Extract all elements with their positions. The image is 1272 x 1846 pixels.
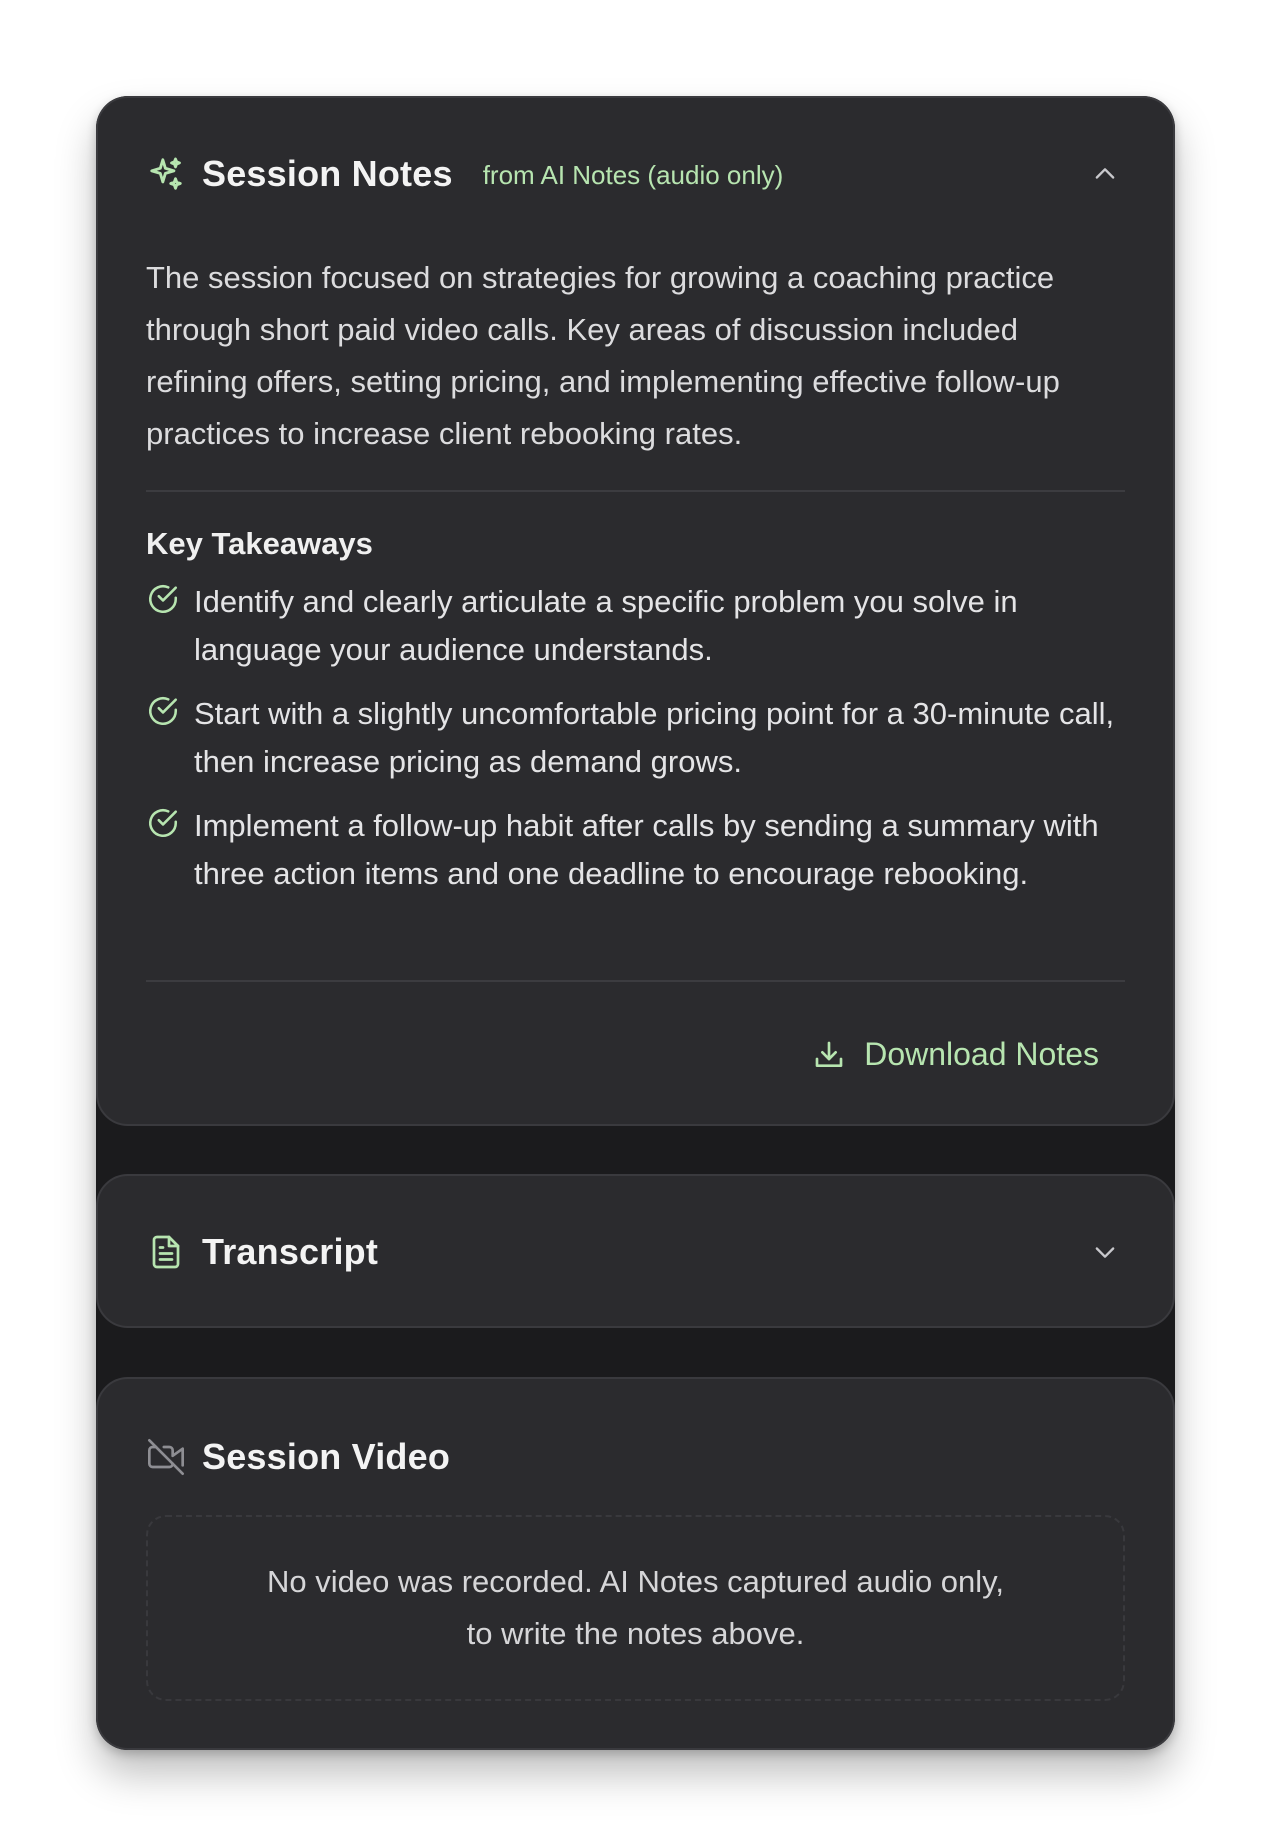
session-notes-title: Session Notes (202, 153, 453, 194)
sparkles-icon (146, 154, 186, 194)
takeaway-text: Identify and clearly articulate a specif… (194, 584, 1018, 667)
divider (146, 490, 1125, 492)
session-video-title: Session Video (202, 1436, 451, 1477)
session-notes-card: Session Notes from AI Notes (audio only)… (96, 96, 1175, 1126)
chevron-up-icon[interactable] (1085, 154, 1125, 194)
session-notes-header[interactable]: Session Notes from AI Notes (audio only) (146, 150, 1125, 198)
session-panel: Session Notes from AI Notes (audio only)… (96, 96, 1175, 1750)
session-notes-source: from AI Notes (audio only) (482, 159, 784, 190)
list-item: Identify and clearly articulate a specif… (146, 578, 1125, 674)
no-video-message: No video was recorded. AI Notes captured… (267, 1564, 1004, 1651)
takeaway-text: Start with a slightly uncomfortable pric… (194, 696, 1115, 779)
divider (146, 980, 1125, 982)
download-icon (812, 1038, 846, 1072)
session-video-header: Session Video (146, 1433, 1125, 1481)
video-off-icon (146, 1437, 186, 1477)
list-item: Implement a follow-up habit after calls … (146, 802, 1125, 898)
session-summary: The session focused on strategies for gr… (146, 260, 1060, 451)
check-circle-icon (146, 694, 180, 728)
key-takeaways-list: Identify and clearly articulate a specif… (146, 578, 1125, 914)
transcript-header[interactable]: Transcript (146, 1228, 1125, 1276)
transcript-card: Transcript (96, 1174, 1175, 1328)
check-circle-icon (146, 582, 180, 616)
download-notes-button[interactable]: Download Notes (812, 1036, 1099, 1073)
chevron-down-icon[interactable] (1085, 1232, 1125, 1272)
takeaway-text: Implement a follow-up habit after calls … (194, 808, 1099, 891)
check-circle-icon (146, 806, 180, 840)
key-takeaways-title: Key Takeaways (146, 526, 373, 561)
document-icon (146, 1232, 186, 1272)
transcript-title: Transcript (202, 1231, 379, 1272)
list-item: Start with a slightly uncomfortable pric… (146, 690, 1125, 786)
session-video-card: Session Video No video was recorded. AI … (96, 1377, 1175, 1750)
video-placeholder: No video was recorded. AI Notes captured… (146, 1515, 1125, 1701)
download-notes-label: Download Notes (864, 1036, 1099, 1072)
